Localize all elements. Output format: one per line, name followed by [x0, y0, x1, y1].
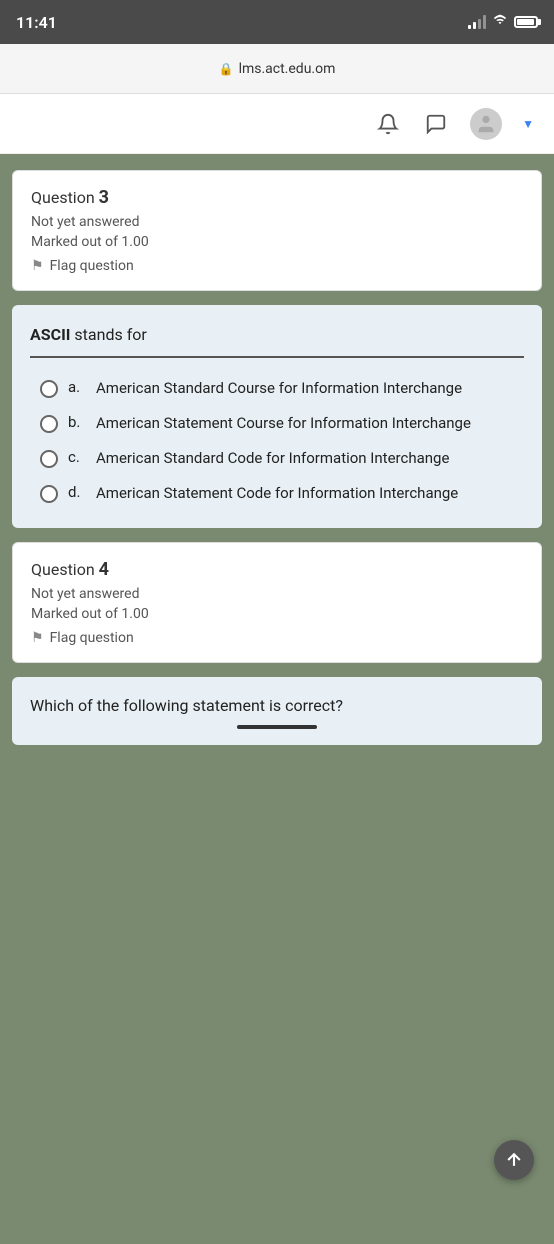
option-letter: c. [68, 448, 86, 466]
battery-icon [514, 16, 538, 28]
question3-card: Question 3 Not yet answered Marked out o… [12, 170, 542, 291]
status-time: 11:41 [16, 13, 57, 32]
question4-marked: Marked out of 1.00 [31, 606, 523, 622]
question4-answer-card: Which of the following statement is corr… [12, 677, 542, 745]
flag-icon: ⚑ [31, 258, 44, 274]
question3-options-list: a. American Standard Course for Informat… [30, 372, 524, 504]
option-text: American Standard Code for Information I… [96, 448, 449, 469]
lock-icon: 🔒 [219, 62, 234, 76]
option-text: American Statement Code for Information … [96, 483, 458, 504]
status-bar: 11:41 [0, 0, 554, 44]
question4-flag[interactable]: ⚑ Flag question [31, 630, 523, 646]
bell-icon[interactable] [374, 110, 402, 138]
bottom-line [237, 725, 317, 729]
radio-button[interactable] [40, 415, 58, 433]
nav-bar: 🔒 lms.act.edu.om [0, 44, 554, 94]
question4-question-text: Which of the following statement is corr… [30, 695, 524, 717]
question3-title: Question 3 [31, 187, 523, 208]
url-text: lms.act.edu.om [239, 61, 336, 77]
option-letter: d. [68, 483, 86, 501]
avatar[interactable] [470, 108, 502, 140]
dropdown-arrow-icon[interactable]: ▼ [522, 117, 534, 131]
option-item[interactable]: c. American Standard Code for Informatio… [40, 448, 524, 469]
option-letter: a. [68, 378, 86, 396]
signal-icon [468, 15, 486, 29]
option-letter: b. [68, 413, 86, 431]
chat-icon[interactable] [422, 110, 450, 138]
option-item[interactable]: b. American Statement Course for Informa… [40, 413, 524, 434]
content-area: Question 3 Not yet answered Marked out o… [0, 154, 554, 1244]
question3-marked: Marked out of 1.00 [31, 234, 523, 250]
question3-question-text: ASCII stands for [30, 325, 524, 358]
question4-status: Not yet answered [31, 586, 523, 602]
question4-title: Question 4 [31, 559, 523, 580]
option-text: American Statement Course for Informatio… [96, 413, 471, 434]
question3-flag[interactable]: ⚑ Flag question [31, 258, 523, 274]
radio-button[interactable] [40, 450, 58, 468]
question3-answer-card: ASCII stands for a. American Standard Co… [12, 305, 542, 528]
radio-button[interactable] [40, 380, 58, 398]
flag-icon-q4: ⚑ [31, 630, 44, 646]
option-item[interactable]: d. American Statement Code for Informati… [40, 483, 524, 504]
question3-status: Not yet answered [31, 214, 523, 230]
scroll-up-button[interactable] [494, 1140, 534, 1180]
status-icons [468, 13, 538, 31]
option-text: American Standard Course for Information… [96, 378, 462, 399]
wifi-icon [492, 13, 508, 31]
top-icon-bar: ▼ [0, 94, 554, 154]
nav-url: 🔒 lms.act.edu.om [219, 61, 336, 77]
option-item[interactable]: a. American Standard Course for Informat… [40, 378, 524, 399]
radio-button[interactable] [40, 485, 58, 503]
question4-card: Question 4 Not yet answered Marked out o… [12, 542, 542, 663]
